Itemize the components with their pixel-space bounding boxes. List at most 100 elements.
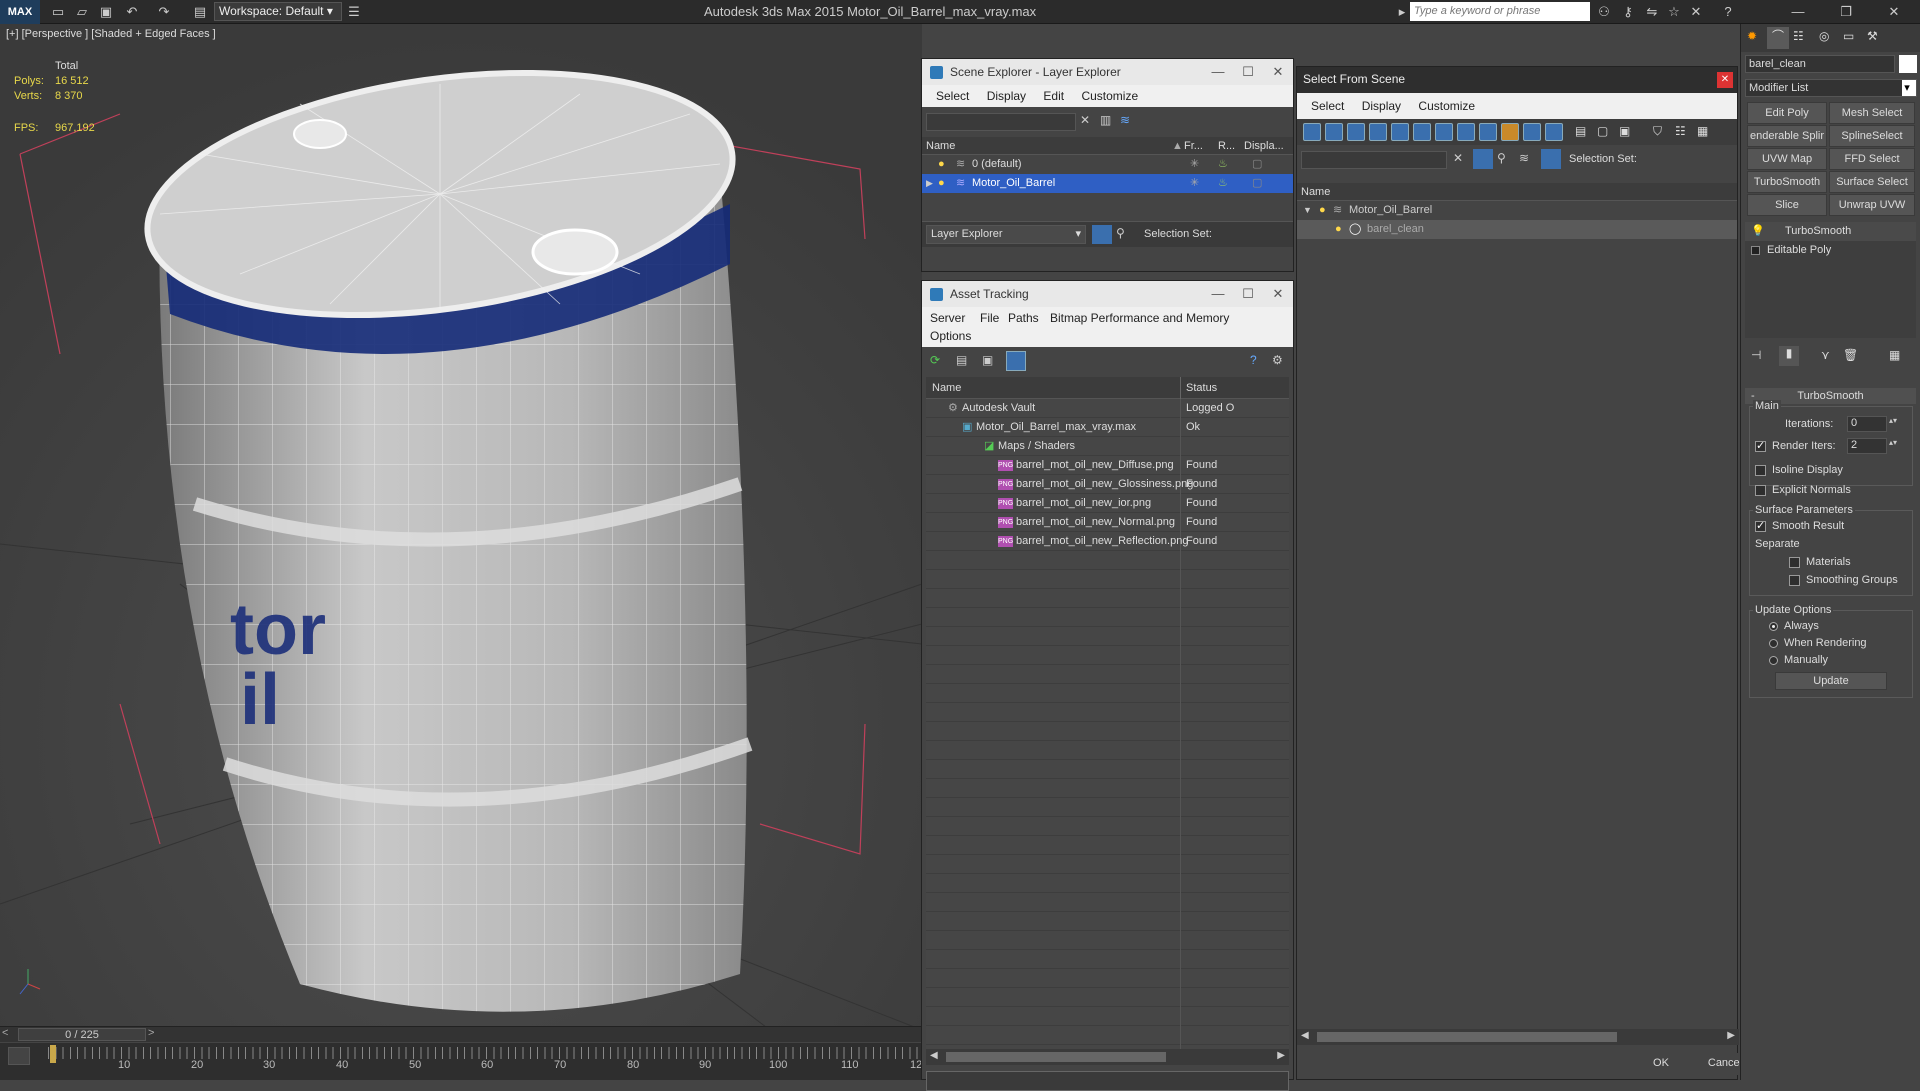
save-icon[interactable]: ▣ (98, 4, 114, 20)
thumbnail-view-icon[interactable]: ▣ (982, 353, 993, 367)
maximize-icon[interactable]: ☐ (1233, 281, 1263, 307)
asset-tracking-titlebar[interactable]: Asset Tracking — ☐ ✕ (922, 281, 1293, 307)
column-render[interactable]: R... (1218, 137, 1235, 155)
perspective-viewport[interactable]: tor il [+] [Perspective ] [Shaded + Edge… (0, 24, 922, 1030)
settings-gear-icon[interactable]: ⚙ (1272, 353, 1283, 367)
freeze-icon[interactable]: ✳ (1190, 174, 1199, 193)
layers-icon[interactable]: ≋ (1120, 113, 1130, 127)
close-icon[interactable]: ✕ (1263, 59, 1293, 85)
binoculars-icon[interactable]: ⚇ (1596, 4, 1612, 20)
maximize-icon[interactable]: ☐ (1233, 59, 1263, 85)
exchange-icon[interactable]: ⇋ (1644, 4, 1660, 20)
object-color-swatch[interactable] (1899, 55, 1917, 73)
create-tab-icon[interactable]: ✹ (1747, 29, 1757, 43)
viewport-label[interactable]: [+] [Perspective ] [Shaded + Edged Faces… (6, 28, 216, 40)
smoothing-groups-checkbox[interactable] (1789, 574, 1800, 586)
hierarchy-view-icon[interactable]: ☷ (1675, 124, 1686, 138)
menu-display[interactable]: Display (1362, 99, 1401, 113)
remove-modifier-icon[interactable]: 🗑 (1843, 348, 1858, 362)
column-display[interactable]: Displa... (1244, 137, 1284, 155)
expand-box-icon[interactable] (1751, 246, 1760, 255)
scroll-right-icon[interactable]: ▶ (1277, 1050, 1285, 1061)
asset-row[interactable]: PNG barrel_mot_oil_new_Reflection.png Fo… (926, 532, 1291, 551)
close-icon[interactable]: ✕ (1717, 72, 1733, 88)
display-all-icon[interactable]: ▤ (1575, 124, 1586, 138)
uvw-map-button[interactable]: UVW Map (1747, 148, 1827, 170)
column-divider[interactable] (1180, 377, 1181, 399)
display-icon[interactable]: ▢ (1252, 155, 1262, 174)
minimize-icon[interactable]: — (1203, 59, 1233, 85)
turbosmooth-button[interactable]: TurboSmooth (1747, 171, 1827, 193)
spinner-arrows-icon[interactable]: ▴▾ (1889, 438, 1897, 447)
asset-row[interactable]: ⚙ Autodesk Vault Logged O (926, 399, 1291, 418)
column-name[interactable]: Name (1301, 183, 1330, 201)
helpers-filter-icon[interactable] (1391, 123, 1409, 141)
menu-select[interactable]: Select (1311, 99, 1344, 113)
time-slider[interactable]: < 0 / 225 > (0, 1026, 922, 1042)
light-bulb-icon[interactable]: ● (1319, 201, 1326, 220)
explorer-type-dropdown[interactable]: Layer Explorer ▾ (926, 225, 1086, 244)
display-tab-icon[interactable]: ▭ (1843, 29, 1854, 43)
ok-button[interactable]: OK (1633, 1053, 1689, 1075)
new-file-icon[interactable]: ▭ (50, 4, 66, 20)
manually-radio[interactable] (1769, 655, 1778, 665)
select-hscrollbar[interactable]: ◀ ▶ (1297, 1029, 1739, 1045)
modifier-list-dropdown[interactable]: Modifier List ▾ (1745, 79, 1917, 97)
unwrap-uvw-button[interactable]: Unwrap UVW (1829, 194, 1915, 216)
display-icon[interactable]: ▢ (1252, 174, 1262, 193)
hierarchy-icon[interactable]: ⚲ (1116, 226, 1125, 240)
minimize-icon[interactable]: — (1780, 0, 1816, 24)
infocenter-arrow-icon[interactable]: ▸ (1394, 4, 1410, 20)
clear-search-icon[interactable]: ✕ (1080, 113, 1090, 127)
smooth-result-checkbox[interactable] (1755, 519, 1766, 532)
refresh-icon[interactable]: ⟳ (930, 353, 940, 367)
make-unique-icon[interactable]: ⋎ (1821, 348, 1830, 362)
stack-item[interactable]: 💡 TurboSmooth (1745, 222, 1916, 241)
filter-funnel-icon[interactable]: ⛉ (1653, 124, 1662, 139)
options-icon[interactable]: ▦ (1697, 124, 1708, 138)
menu-server[interactable]: Server (930, 311, 965, 325)
scene-object-row-selected[interactable]: ● ◯ barel_clean (1297, 220, 1737, 239)
select-search-input[interactable] (1301, 151, 1447, 169)
open-file-icon[interactable]: ▱ (74, 4, 90, 20)
track-bar-menu-icon[interactable] (8, 1047, 30, 1065)
containers-filter-icon[interactable] (1501, 123, 1519, 141)
render-teapot-icon[interactable]: ♨ (1218, 174, 1228, 193)
modify-tab-icon[interactable]: ⌒ (1767, 27, 1789, 49)
freeze-icon[interactable]: ✳ (1190, 155, 1199, 174)
scroll-thumb[interactable] (1317, 1032, 1617, 1042)
expand-arrow-icon[interactable]: ▶ (926, 174, 933, 193)
minimize-icon[interactable]: — (1203, 281, 1233, 307)
help-icon[interactable]: ? (1250, 353, 1257, 367)
layers-icon[interactable]: ≋ (1519, 151, 1529, 165)
key-icon[interactable]: ⚷ (1620, 4, 1636, 20)
asset-row[interactable]: PNG barrel_mot_oil_new_Normal.png Found (926, 513, 1291, 532)
iterations-spinner[interactable]: 0 (1847, 416, 1887, 432)
mesh-select-button[interactable]: Mesh Select (1829, 102, 1915, 124)
show-end-result-icon[interactable]: ▮ (1779, 346, 1799, 366)
menu-customize[interactable]: Customize (1418, 99, 1475, 113)
light-bulb-icon[interactable]: ● (1335, 220, 1342, 239)
scene-explorer-search-input[interactable] (926, 113, 1076, 131)
render-iters-spinner[interactable]: 2 (1847, 438, 1887, 454)
renderable-spline-button[interactable]: enderable Splir (1747, 125, 1827, 147)
update-button[interactable]: Update (1775, 672, 1887, 690)
menu-edit[interactable]: Edit (1043, 89, 1064, 103)
groups-filter-icon[interactable] (1435, 123, 1453, 141)
scroll-left-icon[interactable]: ◀ (1301, 1030, 1309, 1041)
track-bar[interactable]: 10 20 30 40 50 60 70 80 90 100 110 12 (0, 1043, 922, 1080)
cameras-filter-icon[interactable] (1369, 123, 1387, 141)
hidden-filter-icon[interactable] (1545, 123, 1563, 141)
scroll-right-icon[interactable]: ▶ (1727, 1030, 1735, 1041)
spacewarps-filter-icon[interactable] (1413, 123, 1431, 141)
collapse-arrow-icon[interactable]: ▼ (1303, 201, 1312, 220)
hierarchy-mode-icon[interactable] (1541, 149, 1561, 169)
ffd-select-button[interactable]: FFD Select (1829, 148, 1915, 170)
menu-customize[interactable]: Customize (1081, 89, 1138, 103)
spline-select-button[interactable]: SplineSelect (1829, 125, 1915, 147)
configure-sets-icon[interactable]: ▦ (1889, 348, 1900, 362)
shapes-filter-icon[interactable] (1325, 123, 1343, 141)
time-next-icon[interactable]: > (148, 1027, 154, 1039)
explicit-normals-checkbox[interactable] (1755, 484, 1766, 496)
scroll-thumb[interactable] (946, 1052, 1166, 1062)
